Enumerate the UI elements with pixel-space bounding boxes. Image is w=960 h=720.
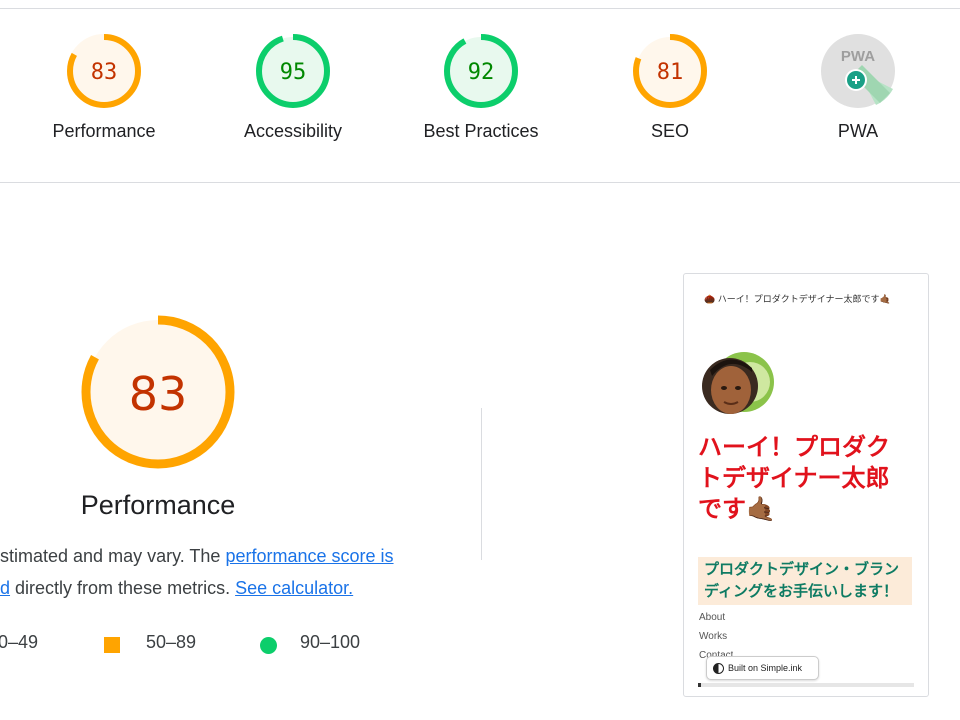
gauge-accessibility-label: Accessibility [243, 121, 343, 141]
desc-text-2: directly from these metrics. [10, 578, 236, 598]
category-scores: 83 Performance 95 Accessibility 92 Best … [0, 9, 960, 182]
screenshot-headline: ハーイ！プロダクトデザイナー太郎です🤙🏾 [698, 434, 890, 523]
gauge-best-practices-score: 92 [468, 60, 495, 85]
gauge-seo-label: SEO [650, 121, 689, 141]
performance-gauge-large: 83 [0, 300, 320, 485]
performance-gauge-large-ring: 83 [81, 315, 235, 469]
average-square-icon [104, 637, 120, 653]
gauge-accessibility-ring: 95 [256, 34, 330, 108]
screenshot-scrollbar-thumb [698, 683, 701, 687]
gauge-seo-score: 81 [657, 60, 684, 85]
screenshot-header: 🌰 ハーイ！プロダクトデザイナー太郎です🤙🏾 [704, 294, 891, 304]
performance-description: estimated and may vary. The performance … [0, 540, 430, 604]
gauge-seo[interactable]: 81 SEO [590, 31, 750, 142]
gauge-pwa-label: PWA [837, 121, 879, 141]
screenshot-link-works: Works [699, 631, 728, 642]
gauge-pwa[interactable]: PWA PWA [778, 31, 938, 142]
gauge-seo-ring: 81 [633, 34, 707, 108]
performance-score-large: 83 [129, 367, 188, 421]
gauge-best-practices-label: Best Practices [423, 121, 539, 141]
final-screenshot[interactable]: 🌰 ハーイ！プロダクトデザイナー太郎です🤙🏾 ハーイ！プロダクトデザイナー太郎で… [683, 273, 929, 697]
screenshot-scrollbar [698, 683, 914, 687]
gauge-performance[interactable]: 83 Performance [24, 31, 184, 142]
pwa-badge-text: PWA [841, 48, 875, 65]
score-bar-divider [0, 182, 960, 183]
screenshot-subheading: プロダクトデザイン・ブランディングをお手伝いします！ [698, 557, 912, 605]
pwa-badge-icon: PWA [821, 34, 895, 108]
gauge-accessibility[interactable]: 95 Accessibility [213, 31, 373, 142]
screenshot-link-about: About [699, 612, 726, 623]
see-calculator-link[interactable]: See calculator. [235, 578, 353, 598]
pass-circle-icon [260, 637, 277, 654]
gauge-best-practices[interactable]: 92 Best Practices [401, 31, 561, 142]
gauge-accessibility-score: 95 [280, 60, 307, 85]
built-on-badge-label: Built on Simple.ink [728, 663, 803, 673]
performance-score-link[interactable]: performance score is [225, 546, 393, 566]
gauge-best-practices-ring: 92 [444, 34, 518, 108]
gauge-performance-score: 83 [91, 60, 118, 85]
performance-title: Performance [80, 490, 236, 520]
built-on-badge: Built on Simple.ink [706, 656, 819, 680]
legend-fail-range: 0–49 [0, 632, 39, 652]
desc-text-1: estimated and may vary. The [0, 546, 226, 566]
gauge-performance-ring: 83 [67, 34, 141, 108]
avatar [702, 352, 774, 414]
gauge-performance-label: Performance [52, 121, 156, 141]
legend-pass-range: 90–100 [300, 632, 361, 652]
simple-ink-icon [713, 663, 724, 675]
performance-score-link-cont[interactable]: ed [0, 578, 10, 598]
legend-average-range: 50–89 [146, 632, 197, 652]
vertical-divider [481, 408, 482, 560]
